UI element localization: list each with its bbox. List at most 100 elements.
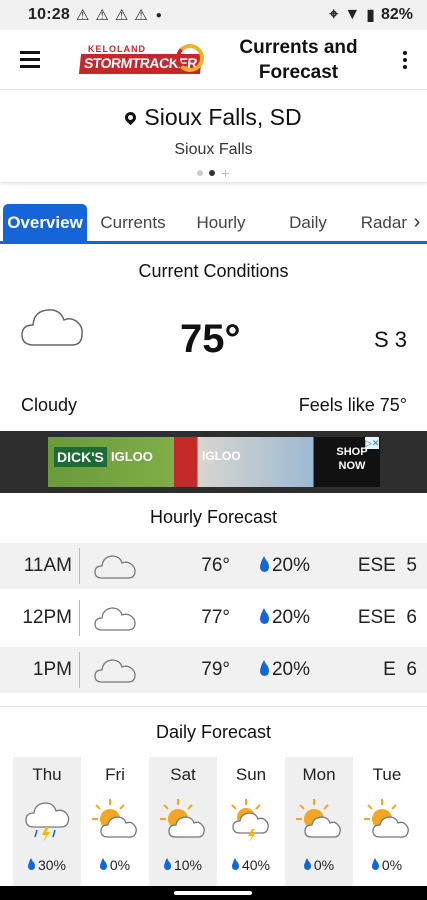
overflow-menu-icon[interactable] xyxy=(383,30,427,90)
page-dot-active[interactable] xyxy=(209,170,216,176)
location-page-indicator[interactable]: + xyxy=(0,165,427,181)
day-name: Sun xyxy=(235,765,267,784)
app-title: Currents and Forecast xyxy=(214,35,383,85)
daily-item-thu[interactable]: Thu 30% xyxy=(13,757,81,887)
warning-icon: ⚠ xyxy=(75,7,90,24)
current-conditions-title: Current Conditions xyxy=(138,261,289,281)
hourly-precip-value: 20% xyxy=(271,659,310,680)
day-name: Fri xyxy=(105,765,125,784)
partly-sunny-icon xyxy=(296,799,341,838)
ad-close-icon[interactable]: ▷✕ xyxy=(365,437,379,449)
current-temperature: 75° xyxy=(180,317,241,361)
warning-icon: ⚠ xyxy=(95,7,109,24)
daily-precip: 10% xyxy=(149,857,217,873)
raindrop-icon xyxy=(303,857,311,870)
notification-dot-icon: ● xyxy=(155,9,162,21)
daily-item-fri[interactable]: Fri 0% xyxy=(81,757,149,887)
day-name: Mon xyxy=(302,765,336,784)
hourly-temp: 77° xyxy=(201,607,230,628)
daily-item-tue[interactable]: Tue 0% xyxy=(353,757,421,887)
hourly-precip-value: 20% xyxy=(271,607,310,628)
thunderstorm-rain-icon xyxy=(25,802,70,842)
ad-brand-dicks: DICK'S xyxy=(54,447,107,467)
page-dot[interactable] xyxy=(197,170,204,176)
keloland-stormtracker-logo: KELOLAND STORMTRACKER xyxy=(78,42,206,78)
hourly-wind-dir: ESE xyxy=(357,607,396,628)
day-name: Thu xyxy=(32,765,62,784)
partly-sunny-icon xyxy=(160,799,205,838)
tab-currents[interactable]: Currents xyxy=(87,204,179,241)
hamburger-menu-icon[interactable] xyxy=(0,30,60,90)
home-gesture-handle[interactable] xyxy=(174,891,252,895)
current-condition-text: Cloudy xyxy=(21,395,78,415)
hourly-wind: ESE 6 xyxy=(310,607,427,629)
app-title-line2: Forecast xyxy=(258,61,339,83)
daily-item-sun[interactable]: Sun 40% xyxy=(217,757,285,887)
daily-precip-value: 0% xyxy=(313,857,335,873)
hourly-temp: 79° xyxy=(201,659,230,680)
day-name: Tue xyxy=(372,765,402,784)
warning-icon: ⚠ xyxy=(114,7,129,24)
raindrop-icon xyxy=(259,660,269,676)
current-wind: S 3 xyxy=(373,327,407,352)
raindrop-icon xyxy=(259,556,269,572)
hourly-precip: 20% xyxy=(230,607,310,629)
tab-radar[interactable]: Radar xyxy=(353,204,407,241)
daily-precip-value: 40% xyxy=(241,857,271,873)
hourly-wind: ESE 5 xyxy=(310,555,427,577)
hourly-row[interactable]: 12PM 77° 20% ESE 6 xyxy=(0,595,427,641)
location-icon: ⌖ xyxy=(329,6,339,23)
daily-precip-value: 10% xyxy=(173,857,203,873)
battery-icon: ▮ xyxy=(366,7,375,24)
ad-brand-igloo: IGLOO xyxy=(111,449,153,464)
hourly-time: 1PM xyxy=(32,659,72,680)
logo-top-text: KELOLAND xyxy=(88,43,146,54)
tab-hourly[interactable]: Hourly xyxy=(179,204,263,241)
feels-like-text: Feels like 75° xyxy=(298,395,407,415)
system-nav-bar xyxy=(0,886,427,900)
hourly-row[interactable]: 1PM 79° 20% E 6 xyxy=(0,647,427,693)
day-name: Sat xyxy=(170,765,196,784)
raindrop-icon xyxy=(163,857,171,870)
raindrop-icon xyxy=(371,857,379,870)
hourly-wind-dir: ESE xyxy=(357,555,396,576)
hourly-precip-value: 20% xyxy=(271,555,310,576)
ad-shop-now-button[interactable]: SHOP NOW xyxy=(332,445,372,473)
tab-daily[interactable]: Daily xyxy=(263,204,353,241)
location-subtitle: Sioux Falls xyxy=(174,141,253,158)
hourly-wind-speed: 5 xyxy=(406,555,417,576)
ad-cta-line2: NOW xyxy=(338,460,366,472)
raindrop-icon xyxy=(99,857,107,870)
daily-forecast-list: Thu 30% Fri 0% Sat 10% Sun 40% Mon 0% Tu… xyxy=(13,757,421,887)
add-location-icon[interactable]: + xyxy=(221,165,229,181)
partly-sunny-icon xyxy=(364,799,409,838)
hourly-precip: 20% xyxy=(230,659,310,681)
cloud-icon xyxy=(80,656,150,684)
hourly-time: 12PM xyxy=(22,607,72,628)
logo-ring-icon xyxy=(176,43,204,72)
app-title-line1: Currents and xyxy=(239,36,358,58)
battery-level: 82% xyxy=(380,6,413,23)
daily-item-sat[interactable]: Sat 10% xyxy=(149,757,217,887)
location-header[interactable]: Sioux Falls, SD Sioux Falls + xyxy=(0,90,427,182)
daily-precip: 40% xyxy=(217,857,285,873)
current-conditions-card[interactable]: Current Conditions 75° S 3 Cloudy Feels … xyxy=(0,247,427,431)
daily-precip: 0% xyxy=(353,857,421,873)
wifi-icon: ▼ xyxy=(344,6,361,23)
daily-item-mon[interactable]: Mon 0% xyxy=(285,757,353,887)
tab-overview[interactable]: Overview xyxy=(3,204,87,241)
hourly-temp: 76° xyxy=(201,555,230,576)
ad-banner[interactable]: DICK'S IGLOO IGLOO SHOP NOW ▷✕ xyxy=(0,431,427,493)
hourly-row[interactable]: 11AM 76° 20% ESE 5 xyxy=(0,543,427,589)
partly-sunny-icon xyxy=(92,799,137,838)
hourly-time: 11AM xyxy=(23,555,72,576)
cloud-icon xyxy=(80,604,150,632)
raindrop-icon xyxy=(27,857,35,870)
cloud-icon xyxy=(80,552,150,580)
daily-forecast-section: Daily Forecast Thu 30% Fri 0% Sat 10% Su… xyxy=(0,706,427,887)
location-city: Sioux Falls, SD xyxy=(144,104,302,130)
chevron-right-icon[interactable]: › xyxy=(407,204,427,241)
warning-icon: ⚠ xyxy=(134,7,148,24)
app-bar: KELOLAND STORMTRACKER Currents and Forec… xyxy=(0,30,427,90)
daily-precip: 0% xyxy=(81,857,149,873)
